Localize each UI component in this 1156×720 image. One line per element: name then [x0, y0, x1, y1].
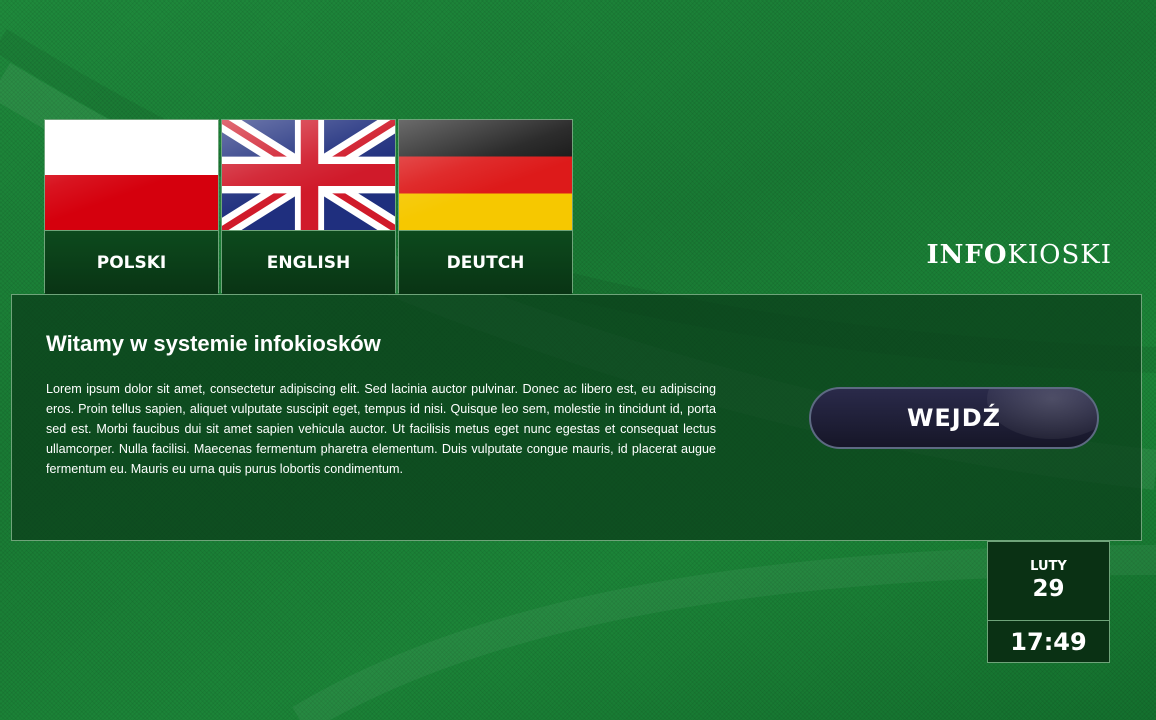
language-selector: POLSKI ENGLISH DEUTCH — [44, 119, 573, 294]
brand-logo-light: KIOSKI — [1007, 240, 1112, 270]
language-tile-english[interactable]: ENGLISH — [221, 119, 396, 294]
language-label: ENGLISH — [222, 231, 395, 294]
brand-logo: INFOKIOSKI — [926, 240, 1112, 270]
poland-flag-icon — [45, 120, 218, 231]
time-display: 17:49 — [987, 621, 1110, 663]
uk-flag-icon — [222, 120, 395, 231]
germany-flag-icon — [399, 120, 572, 231]
date-day: 29 — [1032, 576, 1065, 602]
welcome-text: Lorem ipsum dolor sit amet, consectetur … — [46, 382, 716, 476]
welcome-title: Witamy w systemie infokiosków — [46, 331, 381, 356]
date-display: LUTY 29 — [987, 541, 1110, 621]
brand-logo-bold: INFO — [926, 240, 1008, 270]
enter-button-label: WEJDŹ — [906, 404, 1002, 432]
date-month: LUTY — [1030, 559, 1067, 574]
enter-button[interactable]: WEJDŹ — [809, 387, 1099, 449]
language-tile-polski[interactable]: POLSKI — [44, 119, 219, 294]
language-tile-deutch[interactable]: DEUTCH — [398, 119, 573, 294]
welcome-panel: Witamy w systemie infokiosków Lorem ipsu… — [11, 294, 1142, 541]
language-label: DEUTCH — [399, 231, 572, 294]
language-label: POLSKI — [45, 231, 218, 294]
button-shine — [987, 389, 1097, 439]
